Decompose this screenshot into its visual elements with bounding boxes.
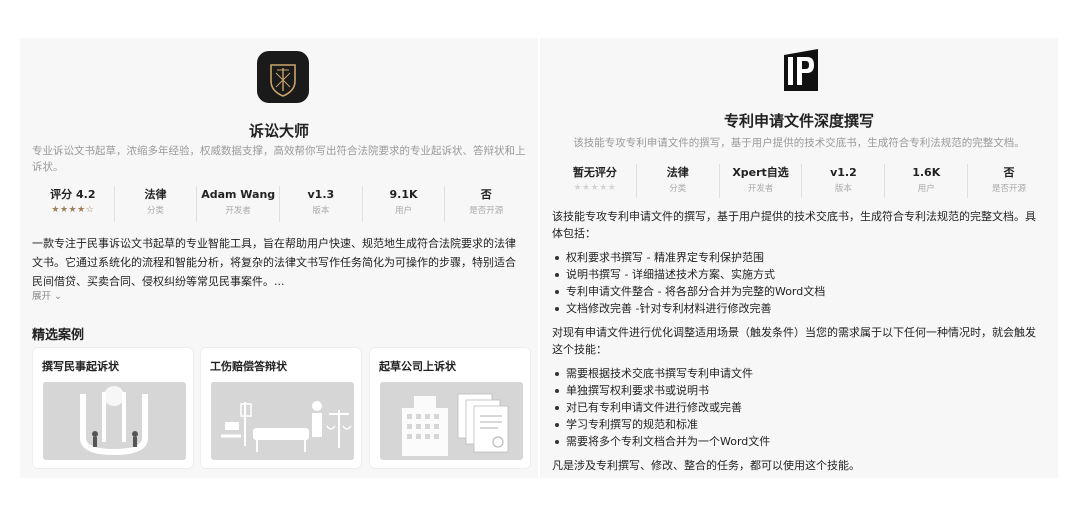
list-item: 需要将多个专利文档合并为一个Word文件 [552,433,1046,450]
users-label: 用户 [395,206,413,216]
rating-value: 暂无评分 [572,166,617,179]
developer-value: Xpert自选 [732,166,789,179]
skill-title: 诉讼大师 [248,122,309,140]
version-value: v1.2 [830,166,857,179]
list-item: 需要根据技术交底书撰写专利申请文件 [552,365,1046,382]
right-skill-panel: 专利申请文件深度撰写 该技能专攻专利申请文件的撰写，基于用户提供的技术交底书，生… [540,38,1058,478]
stat-version: v1.2 版本 [801,164,884,198]
feature-list: 权利要求书撰写 - 精准界定专利保护范围 说明书撰写 - 详细描述技术方案、实施… [552,249,1046,317]
rating-value: 评分 4.2 [50,188,96,201]
list-item: 权利要求书撰写 - 精准界定专利保护范围 [552,249,1046,266]
expand-label: 展开 [32,291,52,302]
rating-stars-icon: ★★★★☆ [51,205,95,215]
developer-label: 开发者 [747,184,774,194]
expand-button[interactable]: 展开 ⌄ [32,288,62,302]
open-source-label: 是否开源 [992,184,1027,194]
case-card-work-injury-defense[interactable]: 工伤赔偿答辩状 [200,347,362,469]
category-label: 分类 [669,184,687,194]
open-source-value: 否 [1003,166,1015,179]
skill-long-description: 该技能专攻专利申请文件的撰写，基于用户提供的技术交底书，生成符合专利法规范的完整… [552,208,1046,478]
intro-paragraph: 该技能专攻专利申请文件的撰写，基于用户提供的技术交底书，生成符合专利法规范的完整… [552,210,1036,240]
skill-stats: 暂无评分 ★★★★★ 法律 分类 Xpert自选 开发者 v1.2 版本 1.6… [554,164,1050,198]
rating-stars-icon: ★★★★★ [573,183,617,193]
skill-stats: 评分 4.2 ★★★★☆ 法律 分类 Adam Wang 开发者 v1.3 版本… [32,186,527,222]
stat-users: 1.6K 用户 [884,164,967,198]
category-label: 分类 [147,206,165,216]
list-item: 文档修改完善 -针对专利材料进行修改完善 [552,300,1046,317]
stat-developer: Adam Wang 开发者 [196,186,279,222]
hospital-scene-icon [211,382,354,460]
left-skill-panel: 诉讼大师 专业诉讼文书起草，浓缩多年经验，权威数据支撑，高效帮你写出符合法院要求… [20,38,538,478]
case-card-company-appeal[interactable]: 起草公司上诉状 [369,347,531,469]
skill-title: 专利申请文件深度撰写 [723,112,874,130]
version-label: 版本 [312,206,330,216]
stat-rating: 评分 4.2 ★★★★☆ [32,186,114,222]
list-item: 说明书撰写 - 详细描述技术方案、实施方式 [552,266,1046,283]
skill-description: 专业诉讼文书起草，浓缩多年经验，权威数据支撑，高效帮你写出符合法院要求的专业起诉… [32,145,526,173]
case-title: 起草公司上诉状 [379,360,456,373]
litigation-master-logo [257,51,309,103]
patent-ip-logo [778,45,824,95]
version-value: v1.3 [307,188,335,201]
stat-category: 法律 分类 [635,164,719,198]
trigger-paragraph: 对现有申请文件进行优化调整适用场景（触发条件）当您的需求属于以下任何一种情况时，… [552,326,1036,356]
chevron-down-icon: ⌄ [54,291,63,302]
list-item: 对已有专利申请文件进行修改或完善 [552,399,1046,416]
users-label: 用户 [917,184,935,194]
category-value: 法律 [144,188,167,201]
case-card-civil-complaint[interactable]: 撰写民事起诉状 [32,347,194,469]
list-item: 学习专利撰写的规范和标准 [552,416,1046,433]
stat-rating: 暂无评分 ★★★★★ [554,164,636,198]
trigger-list: 需要根据技术交底书撰写专利申请文件 单独撰写权利要求书或说明书 对已有专利申请文… [552,365,1046,450]
featured-cases-heading: 精选案例 [32,328,85,343]
stat-developer: Xpert自选 开发者 [718,164,802,198]
developer-label: 开发者 [225,206,251,216]
skill-long-description: 一款专注于民事诉讼文书起草的专业智能工具，旨在帮助用户快速、规范地生成符合法院要… [32,237,516,288]
stat-version: v1.3 版本 [279,186,362,222]
stat-users: 9.1K 用户 [361,186,445,222]
developer-value: Adam Wang [201,188,276,201]
building-documents-icon [380,382,523,460]
stat-open-source: 否 是否开源 [444,186,527,222]
closing-paragraph: 凡是涉及专利撰写、修改、整合的任务，都可以使用这个技能。 [552,459,860,472]
open-source-label: 是否开源 [469,206,504,216]
case-title: 工伤赔偿答辩状 [210,360,287,373]
case-title: 撰写民事起诉状 [42,360,119,373]
list-item: 单独撰写权利要求书或说明书 [552,382,1046,399]
users-value: 1.6K [912,166,941,179]
stat-open-source: 否 是否开源 [967,164,1050,198]
list-item: 专利申请文件整合 - 将各部分合并为完整的Word文档 [552,283,1046,300]
skill-description: 该技能专攻专利申请文件的撰写，基于用户提供的技术交底书，生成符合专利法规范的完整… [573,137,1025,149]
category-value: 法律 [666,166,689,179]
users-value: 9.1K [389,188,418,201]
open-source-value: 否 [480,188,492,201]
court-scene-icon [43,382,186,460]
version-label: 版本 [834,184,852,194]
stat-category: 法律 分类 [113,186,197,222]
